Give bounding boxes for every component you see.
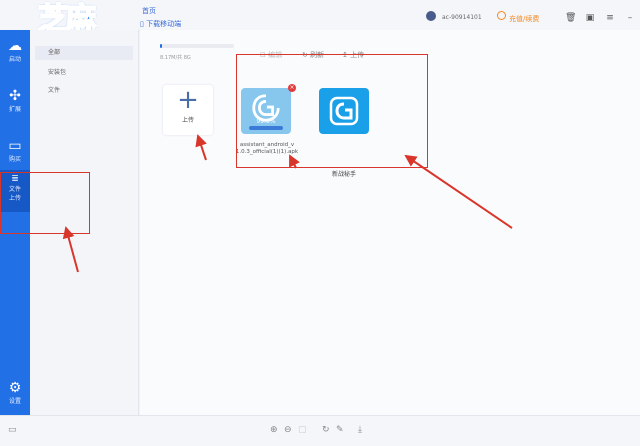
sidebar-item-buy[interactable]: ▭ 购买 [0,138,30,163]
apk-file-name: assistant_android_v 1.0.3_official(1)(1)… [235,142,299,155]
cart-icon: ▭ [8,138,22,154]
screen-icon[interactable]: ▭ [8,425,17,435]
upload-progress-text: 99.6% [256,118,276,125]
remove-file-icon[interactable]: × [288,84,296,92]
stack-icon: ≣ [11,174,19,184]
app-logo-icon [329,96,359,126]
sidebar-item-file-upload[interactable]: ≣ 文件 上传 [0,170,30,212]
phone-icon: ▯ [140,20,144,28]
storage-usage-bar [160,44,234,48]
app-file-name: 新战秘手 [331,171,356,178]
upload-card[interactable]: + 上传 [163,85,213,135]
storage-usage-text: 8.17M/共 8G [160,55,191,61]
zoom-in-icon[interactable]: ⊕ [270,425,278,435]
fit-icon[interactable]: ▢ [298,425,307,435]
sidebar-item-extend[interactable]: ✣ 扩展 [0,88,30,113]
subnav-item-files[interactable]: 文件 [35,84,133,98]
download-icon[interactable]: ⤓ [358,425,362,435]
upload-progress-fill [249,126,283,130]
top-bar: 芝麻 首页 ▯ 下载移动端 ac-90914101 充值/续费 🗑 ▣ ≡ – … [0,0,640,38]
subnav-item-all[interactable]: 全部 [35,46,133,60]
window-controls: 🗑 ▣ ≡ – × [565,14,640,23]
grid-icon: ✣ [9,88,21,104]
file-category-nav: 全部 安装包 文件 [30,30,139,415]
app-file-card[interactable] [319,88,369,134]
gear-icon: ⚙ [8,380,22,396]
apk-file-card[interactable]: 99.6% [241,88,291,134]
home-link[interactable]: 首页 [142,6,156,16]
refresh-button[interactable]: ↻ 刷新 [302,50,324,60]
vip-icon[interactable] [497,11,506,20]
account-id: ac-90914101 [442,14,482,21]
upload-icon: ↥ [342,51,348,59]
subnav-item-packages[interactable]: 安装包 [35,66,133,80]
sidebar: ☁ 启动 ✣ 扩展 ▭ 购买 ≣ 文件 上传 ⚙ 设置 [0,30,30,415]
plus-icon: + [177,85,199,115]
cloud-phone-icon: ☁ [8,38,22,54]
rotate-icon[interactable]: ↻ [322,425,330,435]
avatar[interactable] [426,11,436,21]
upload-toolbar-button[interactable]: ↥ 上传 [342,50,364,60]
download-mobile-link[interactable]: ▯ 下载移动端 [140,19,181,29]
edit-icon: ⊡ [260,51,266,59]
menu-icon[interactable]: ≡ [605,14,615,23]
zoom-out-icon[interactable]: ⊖ [284,425,292,435]
recharge-link[interactable]: 充值/续费 [509,14,539,24]
file-area: 8.17M/共 8G ⊡ 编辑 ↻ 刷新 ↥ 上传 + 上传 99.6% × a… [140,30,640,415]
upload-progress-bar [249,126,283,130]
sidebar-item-launch[interactable]: ☁ 启动 [0,38,30,63]
edit-button[interactable]: ⊡ 编辑 [260,50,282,60]
upload-card-label: 上传 [181,117,194,124]
skin-icon[interactable]: ▣ [585,14,595,23]
bottom-toolbar: ▭ ⊕ ⊖ ▢ ↻ ✎ ⤓ [0,415,640,446]
storage-usage-fill [160,44,163,48]
pen-icon[interactable]: ✎ [336,425,344,435]
refresh-icon: ↻ [302,51,308,59]
sidebar-item-settings[interactable]: ⚙ 设置 [0,380,30,405]
trash-icon[interactable]: 🗑 [565,14,576,23]
minimize-icon[interactable]: – [625,14,635,23]
